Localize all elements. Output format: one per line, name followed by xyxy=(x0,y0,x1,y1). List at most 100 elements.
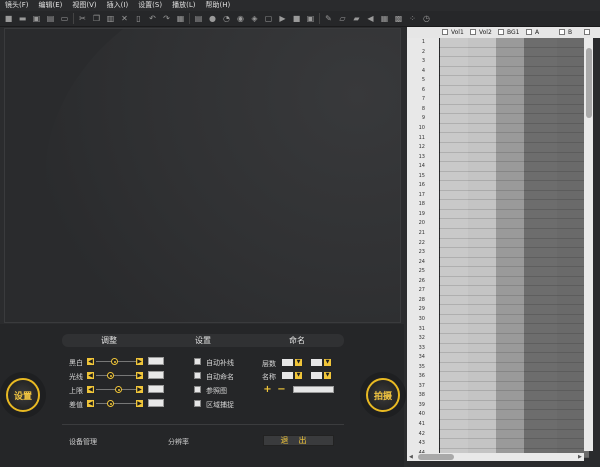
arrow-left-icon[interactable]: ◀ xyxy=(87,372,94,379)
node-icon[interactable]: ◈ xyxy=(249,13,260,24)
adjust-slider-knob[interactable] xyxy=(115,386,122,393)
delete-icon[interactable]: ✕ xyxy=(119,13,130,24)
column-checkbox[interactable] xyxy=(470,29,476,35)
ruler-icon[interactable]: ▱ xyxy=(337,13,348,24)
align-icon[interactable]: ▦ xyxy=(175,13,186,24)
adjust-slider-knob[interactable] xyxy=(107,372,114,379)
frame-icon[interactable]: ▣ xyxy=(305,13,316,24)
menu-item-4[interactable]: 设置(S) xyxy=(133,0,167,11)
menu-item-5[interactable]: 播放(L) xyxy=(167,0,200,11)
paste-icon[interactable]: ▥ xyxy=(105,13,116,24)
menu-item-2[interactable]: 视图(V) xyxy=(67,0,101,11)
timesheet-grid[interactable]: Vol1 Vol2 BG1 A B 1 2 3 4 5 6 7 8 9 10 11 12 13 14 15 16 17 1… xyxy=(407,27,600,467)
row-number: 38 xyxy=(418,392,425,399)
chevron-down-icon[interactable]: ▼ xyxy=(295,372,302,379)
film-icon[interactable]: ▰ xyxy=(351,13,362,24)
arrow-right-icon[interactable]: ▶ xyxy=(136,386,143,393)
add-name-button[interactable]: + xyxy=(263,385,272,395)
name-select-2[interactable] xyxy=(311,372,322,379)
adjust-slider-track[interactable] xyxy=(96,375,136,376)
tab-settings[interactable]: 设置 xyxy=(156,334,250,347)
adjust-value-field[interactable] xyxy=(148,385,164,393)
column-checkbox[interactable] xyxy=(559,29,565,35)
arrow-left-icon[interactable]: ◀ xyxy=(87,358,94,365)
scroll-left-icon[interactable]: ◀ xyxy=(409,453,413,461)
arrow-right-icon[interactable]: ▶ xyxy=(136,358,143,365)
capture-button[interactable]: 拍摄 xyxy=(366,378,400,412)
dots-icon[interactable]: ⁘ xyxy=(407,13,418,24)
adjust-value-field[interactable] xyxy=(148,371,164,379)
menu-item-6[interactable]: 帮助(H) xyxy=(200,0,235,11)
history-icon[interactable]: ◷ xyxy=(421,13,432,24)
column-checkbox[interactable] xyxy=(526,29,532,35)
menu-item-3[interactable]: 插入(I) xyxy=(102,0,134,11)
adjust-value-field[interactable] xyxy=(148,399,164,407)
adjust-value-field[interactable] xyxy=(148,357,164,365)
chevron-down-icon[interactable]: ▼ xyxy=(324,359,331,366)
name-input[interactable] xyxy=(293,386,334,393)
crop-icon[interactable]: ▢ xyxy=(263,13,274,24)
cut-icon[interactable]: ✂ xyxy=(77,13,88,24)
arrow-left-icon[interactable]: ◀ xyxy=(87,400,94,407)
column-checkbox[interactable] xyxy=(442,29,448,35)
row-line xyxy=(439,371,589,373)
play-icon[interactable]: ▶ xyxy=(277,13,288,24)
adjust-slider-track[interactable] xyxy=(96,403,136,404)
adjust-slider-knob[interactable] xyxy=(107,400,114,407)
row-line xyxy=(439,418,589,420)
clock-icon[interactable]: ◔ xyxy=(221,13,232,24)
resolution-link[interactable]: 分辨率 xyxy=(168,437,189,447)
trash-icon[interactable]: ▯ xyxy=(133,13,144,24)
horizontal-scroll-thumb[interactable] xyxy=(418,454,454,460)
stop-icon[interactable]: ■ xyxy=(291,13,302,24)
table-icon[interactable]: ▦ xyxy=(379,13,390,24)
sphere-icon[interactable]: ● xyxy=(207,13,218,24)
save-icon[interactable]: ▣ xyxy=(31,13,42,24)
remove-name-button[interactable]: − xyxy=(277,385,286,395)
chevron-down-icon[interactable]: ▼ xyxy=(295,359,302,366)
arrow-left-icon[interactable]: ◀ xyxy=(87,386,94,393)
row-line xyxy=(439,84,589,86)
option-checkbox[interactable] xyxy=(194,358,201,365)
copy-icon[interactable]: ❐ xyxy=(91,13,102,24)
vertical-scroll-thumb[interactable] xyxy=(586,48,592,118)
adjust-slider-knob[interactable] xyxy=(111,358,118,365)
tab-naming[interactable]: 命名 xyxy=(250,334,344,347)
tab-adjust[interactable]: 调整 xyxy=(62,334,156,347)
save-as-icon[interactable]: ▤ xyxy=(45,13,56,24)
arrow-right-icon[interactable]: ▶ xyxy=(136,372,143,379)
scroll-right-icon[interactable]: ▶ xyxy=(578,453,582,461)
pencil-icon[interactable]: ✎ xyxy=(323,13,334,24)
camera-viewport[interactable] xyxy=(4,28,401,323)
option-checkbox[interactable] xyxy=(194,372,201,379)
row-number: 37 xyxy=(418,382,425,389)
menu-item-0[interactable]: 镜头(F) xyxy=(0,0,34,11)
device-manager-link[interactable]: 设备管理 xyxy=(69,437,97,447)
name-select[interactable] xyxy=(282,372,293,379)
row-line xyxy=(439,56,589,58)
folder-open-icon[interactable]: ▬ xyxy=(17,13,28,24)
option-checkbox[interactable] xyxy=(194,386,201,393)
stack-icon[interactable]: ▤ xyxy=(193,13,204,24)
camera-icon[interactable]: ■ xyxy=(3,13,14,24)
column-header: A xyxy=(535,29,540,36)
option-checkbox[interactable] xyxy=(194,400,201,407)
chevron-down-icon[interactable]: ▼ xyxy=(324,372,331,379)
redo-icon[interactable]: ↷ xyxy=(161,13,172,24)
row-line xyxy=(439,256,589,258)
layer-count-select-2[interactable] xyxy=(311,359,322,366)
arrow-right-icon[interactable]: ▶ xyxy=(136,400,143,407)
column-checkbox[interactable] xyxy=(584,29,590,35)
print-icon[interactable]: ▭ xyxy=(59,13,70,24)
settings-button[interactable]: 设置 xyxy=(6,378,40,412)
menu-item-1[interactable]: 编辑(E) xyxy=(34,0,68,11)
eye-icon[interactable]: ◉ xyxy=(235,13,246,24)
row-number: 11 xyxy=(418,134,425,141)
speaker-icon[interactable]: ◀ xyxy=(365,13,376,24)
grid-icon[interactable]: ▩ xyxy=(393,13,404,24)
exit-button[interactable]: 退出 xyxy=(263,435,334,446)
menu-bar: 镜头(F) 编辑(E) 视图(V) 插入(I) 设置(S) 播放(L) 帮助(H) xyxy=(0,0,600,11)
undo-icon[interactable]: ↶ xyxy=(147,13,158,24)
column-checkbox[interactable] xyxy=(498,29,504,35)
layer-count-select[interactable] xyxy=(282,359,293,366)
